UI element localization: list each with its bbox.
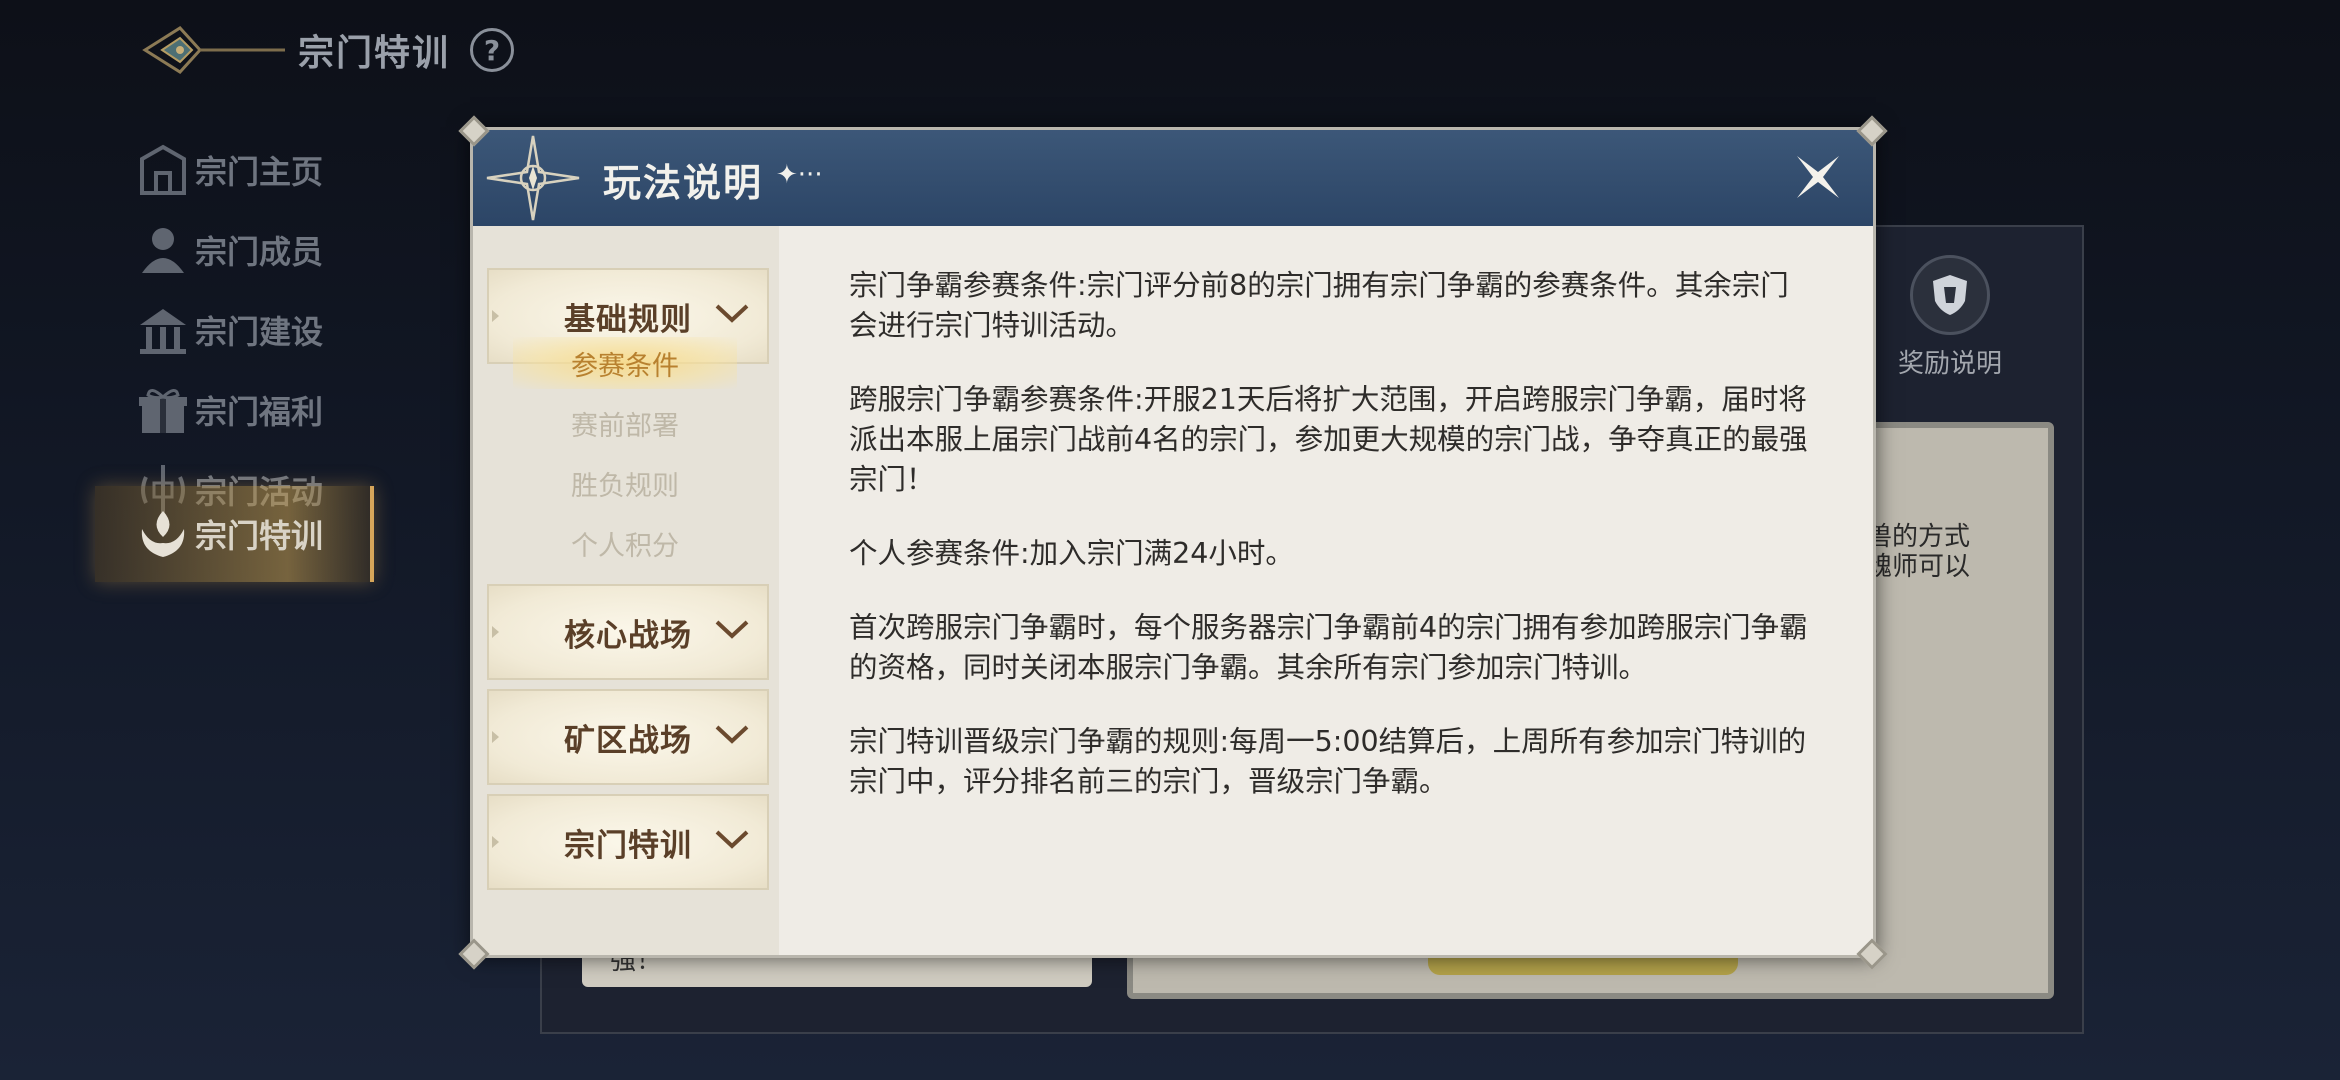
- sub-item-entry-conditions[interactable]: 参赛条件: [513, 337, 737, 389]
- background-partial-text: 兽的方式 魂师可以: [1866, 522, 1971, 582]
- rules-content: 宗门争霸参赛条件:宗门评分前8的宗门拥有宗门争霸的参赛条件。其余宗门会进行宗门特…: [849, 266, 1809, 836]
- rule-paragraph: 跨服宗门争霸参赛条件:开服21天后将扩大范围，开启跨服宗门争霸，届时将派出本服上…: [849, 383, 1808, 496]
- training-icon: [133, 504, 193, 564]
- page-title: 宗门特训: [298, 33, 451, 74]
- sect-emblem-icon: [142, 26, 285, 74]
- rule-paragraph: 宗门特训晋级宗门争霸的规则:每周一5:00结算后，上周所有参加宗门特训的宗门中，…: [849, 725, 1807, 798]
- nav-item-sect-training[interactable]: 宗门特训: [95, 486, 374, 582]
- sub-item-personal-points[interactable]: 个人积分: [513, 517, 737, 569]
- close-icon: [1797, 156, 1839, 198]
- help-button[interactable]: ?: [470, 28, 515, 72]
- category-core-battlefield[interactable]: 核心战场: [487, 584, 769, 680]
- category-mine-battlefield[interactable]: 矿区战场: [487, 689, 769, 785]
- gift-icon: [133, 380, 193, 440]
- title-decoration: ✦···: [776, 160, 823, 190]
- rule-paragraph: 宗门争霸参赛条件:宗门评分前8的宗门拥有宗门争霸的参赛条件。其余宗门会进行宗门特…: [849, 269, 1789, 342]
- top-header: 宗门特训 ?: [140, 18, 515, 82]
- chevron-down-icon: [715, 620, 749, 639]
- rule-paragraph: 个人参赛条件:加入宗门满24小时。: [849, 537, 1294, 570]
- construction-icon: [133, 300, 193, 360]
- sub-item-win-loss-rules[interactable]: 胜负规则: [513, 457, 737, 509]
- modal-title: 玩法说明: [603, 161, 764, 205]
- chevron-down-icon: [715, 830, 749, 849]
- rule-paragraph: 首次跨服宗门争霸时，每个服务器宗门争霸前4的宗门拥有参加跨服宗门争霸的资格，同时…: [849, 611, 1808, 684]
- shield-icon: [1910, 255, 1990, 335]
- modal-header: 玩法说明 ✦···: [473, 130, 1873, 226]
- chevron-down-icon: [715, 304, 749, 323]
- compass-star-icon: [486, 135, 580, 221]
- rules-modal: 玩法说明 ✦··· 基础规则 参赛条件 赛前部署 胜负规则 个人积分 核心战场: [458, 115, 1888, 970]
- reward-info-button[interactable]: 奖励说明: [1880, 255, 2020, 380]
- rules-sidebar: 基础规则 参赛条件 赛前部署 胜负规则 个人积分 核心战场 矿区战场 宗门特训: [473, 226, 779, 955]
- members-icon: [133, 220, 193, 280]
- sect-home-icon: [133, 140, 193, 200]
- close-button[interactable]: [1791, 150, 1845, 204]
- modal-body: 基础规则 参赛条件 赛前部署 胜负规则 个人积分 核心战场 矿区战场 宗门特训 …: [473, 226, 1873, 955]
- background-button-edge: [1428, 955, 1738, 975]
- chevron-down-icon: [715, 725, 749, 744]
- category-sect-training[interactable]: 宗门特训: [487, 794, 769, 890]
- sub-item-pre-match-deploy[interactable]: 赛前部署: [513, 397, 737, 449]
